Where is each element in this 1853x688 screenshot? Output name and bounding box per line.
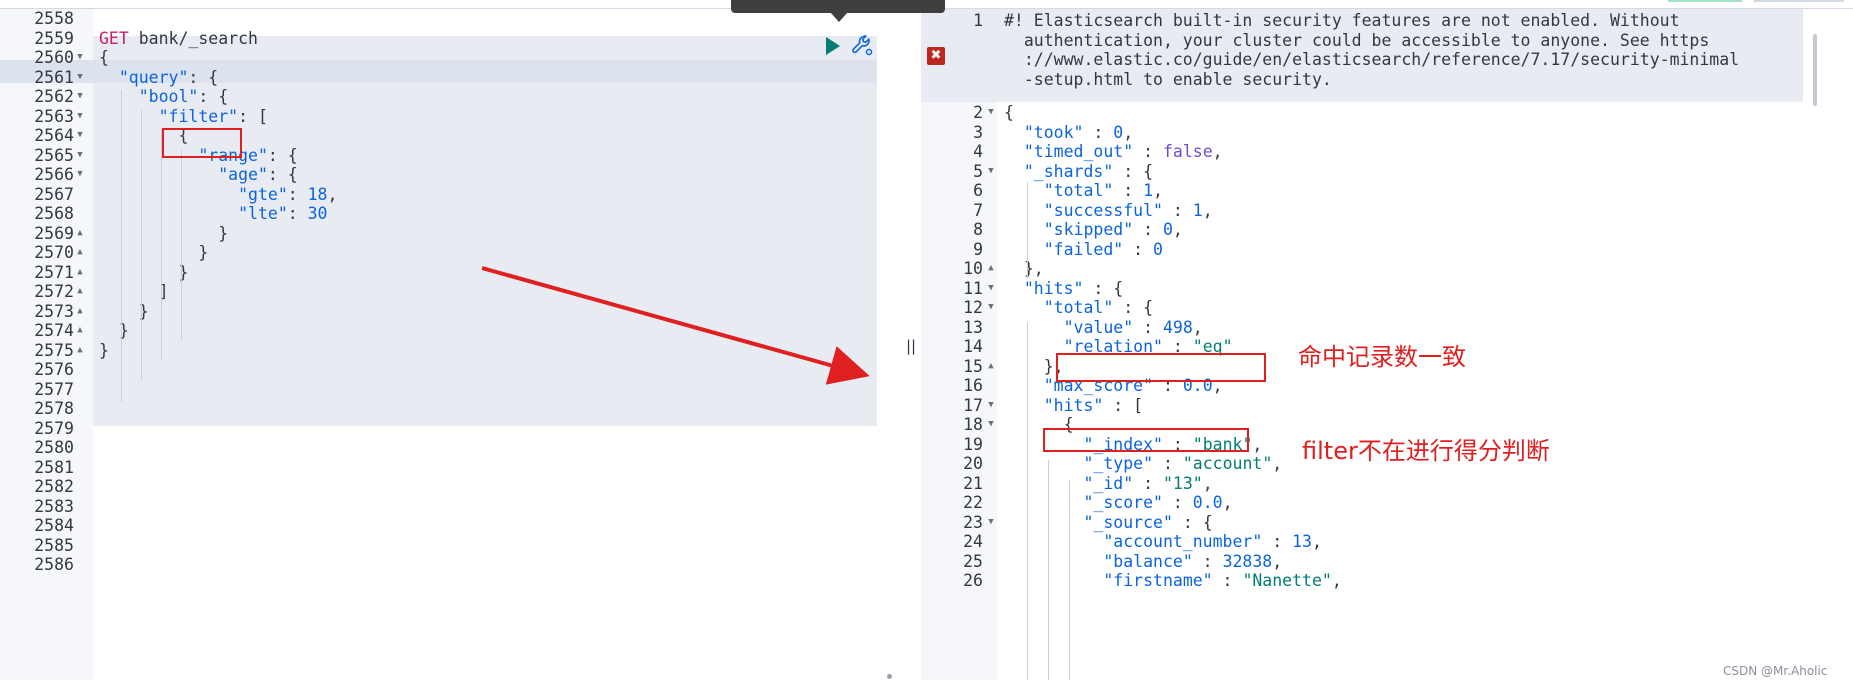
annotation-arrow xyxy=(481,266,870,385)
annotation-hits-match: 命中记录数一致 xyxy=(1298,343,1466,371)
watermark: CSDN @Mr.Aholic xyxy=(1723,664,1828,678)
annotation-filter-score: filter不在进行得分判断 xyxy=(1302,437,1550,465)
